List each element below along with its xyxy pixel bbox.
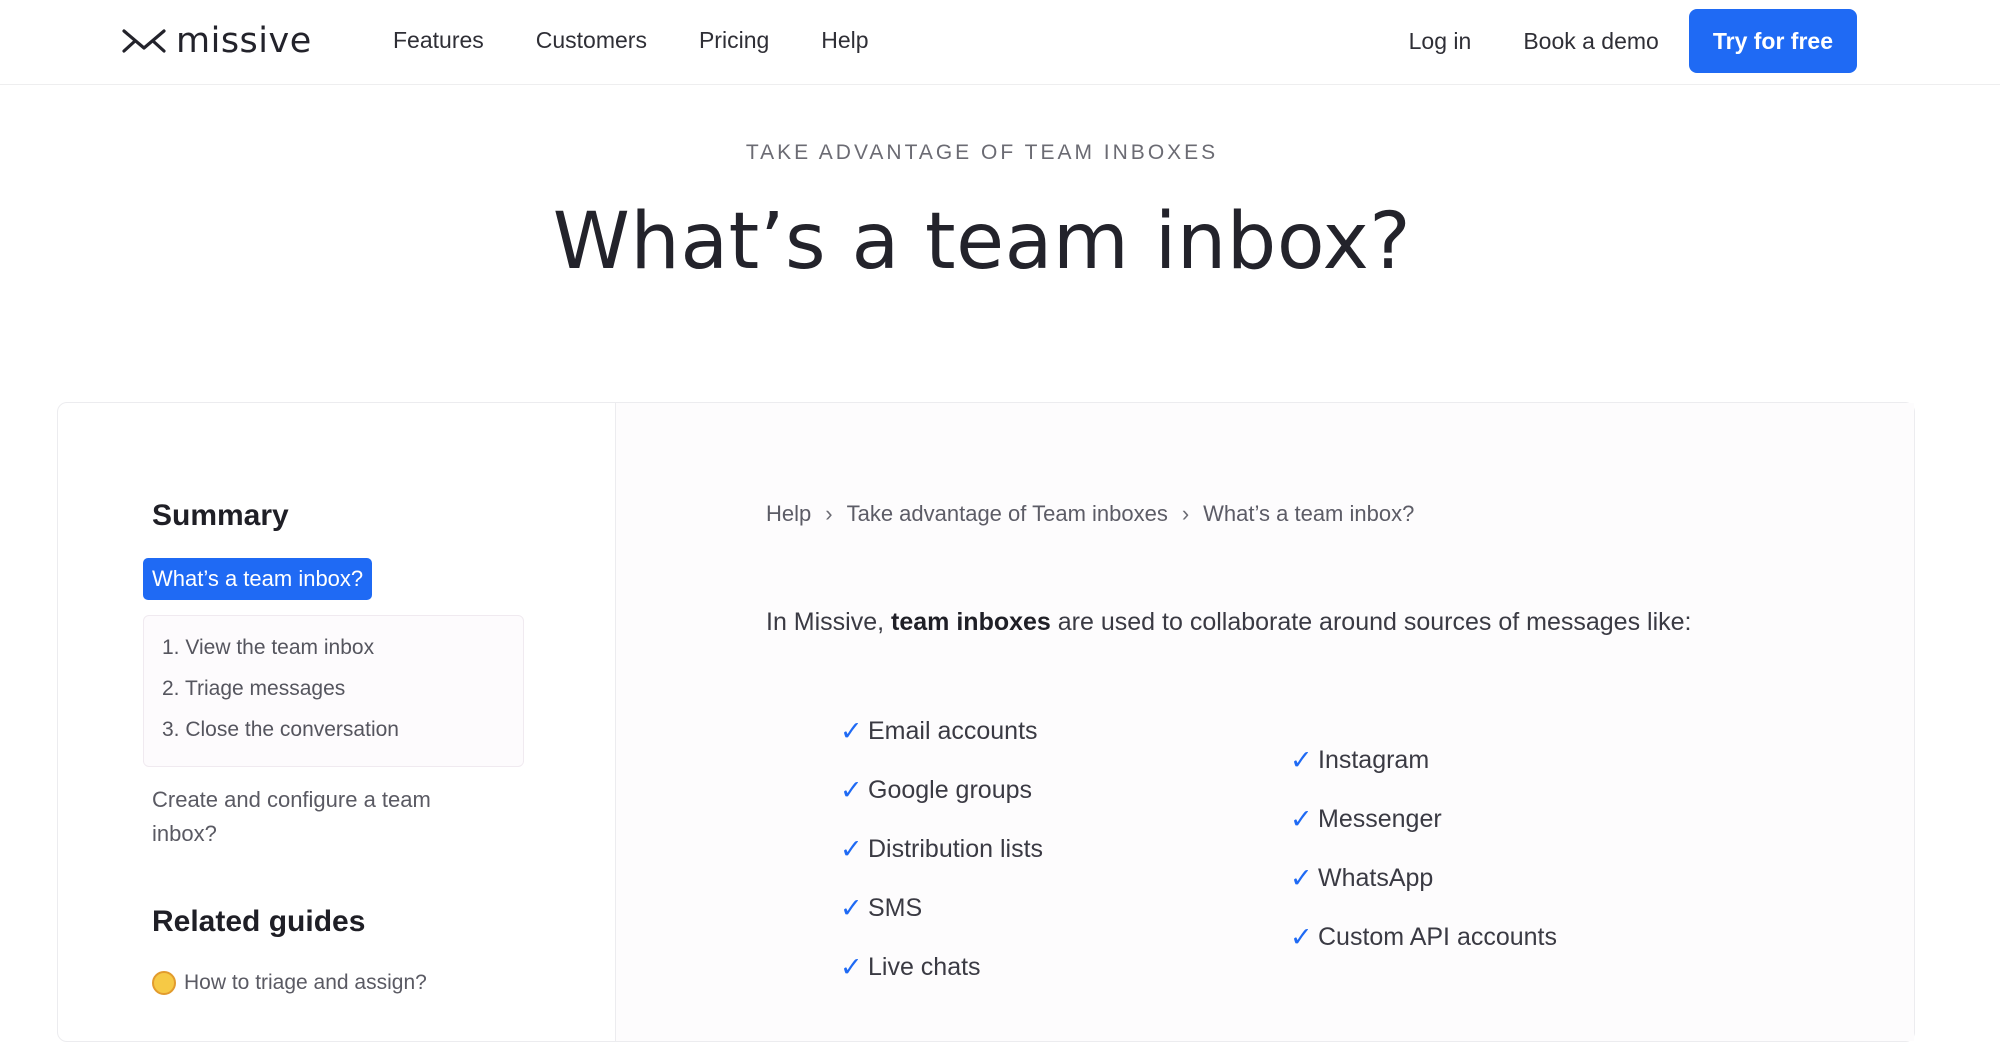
article-card: Summary What’s a team inbox? 1. View the…: [57, 402, 1915, 1042]
checkmark-icon: ✓: [1290, 804, 1313, 834]
login-link[interactable]: Log in: [1409, 28, 1472, 55]
list-item-label: Instagram: [1318, 746, 1430, 774]
checkmark-icon: ✓: [840, 834, 863, 864]
list-item: ✓ SMS: [840, 879, 1043, 938]
checkmark-icon: ✓: [840, 775, 863, 805]
list-item-label: Live chats: [868, 953, 981, 981]
list-item: ✓ WhatsApp: [1290, 849, 1557, 908]
breadcrumb-team-inboxes[interactable]: Take advantage of Team inboxes: [847, 501, 1168, 527]
list-item: ✓ Google groups: [840, 761, 1043, 820]
intro-bold-text: team inboxes: [891, 608, 1051, 636]
list-item-label: Google groups: [868, 776, 1033, 804]
list-item: ✓ Instagram: [1290, 731, 1557, 790]
intro-text-after: are used to collaborate around sources o…: [1057, 608, 1692, 636]
top-navigation: missive Features Customers Pricing Help …: [0, 0, 2000, 85]
intro-paragraph: In Missive, team inboxes are used to col…: [766, 608, 1691, 637]
nav-link-features[interactable]: Features: [393, 27, 484, 54]
missive-logo-icon: [122, 29, 166, 53]
book-demo-link[interactable]: Book a demo: [1523, 28, 1659, 55]
nav-link-customers[interactable]: Customers: [536, 27, 647, 54]
summary-subitem-triage-messages[interactable]: 2. Triage messages: [162, 677, 345, 701]
list-item-label: SMS: [868, 894, 923, 922]
intro-text-before: In Missive,: [766, 608, 885, 636]
checkmark-icon: ✓: [840, 952, 863, 982]
list-item-label: WhatsApp: [1318, 864, 1434, 892]
list-item-label: Email accounts: [868, 717, 1038, 745]
section-eyebrow: TAKE ADVANTAGE OF TEAM INBOXES: [745, 141, 1219, 164]
breadcrumb-current: What’s a team inbox?: [1203, 501, 1415, 526]
message-sources-list-right: ✓ Instagram ✓ Messenger ✓ WhatsApp ✓ Custom …: [1290, 731, 1557, 967]
list-item: ✓ Live chats: [840, 938, 1043, 997]
list-item-label: Custom API accounts: [1318, 923, 1558, 951]
chevron-right-icon: ›: [1181, 501, 1190, 526]
breadcrumb-help[interactable]: Help: [766, 501, 811, 527]
summary-subitem-close-conversation[interactable]: 3. Close the conversation: [162, 718, 399, 742]
checkmark-icon: ✓: [1290, 745, 1313, 775]
summary-sidebar: Summary What’s a team inbox? 1. View the…: [58, 403, 616, 1041]
list-item: ✓ Custom API accounts: [1290, 908, 1557, 967]
related-guide-label: How to triage and assign?: [184, 971, 427, 994]
summary-item-create-team-inbox[interactable]: Create and configure a team inbox?: [152, 783, 482, 851]
summary-item-active[interactable]: What’s a team inbox?: [143, 558, 373, 600]
related-guides-heading: Related guides: [152, 905, 366, 938]
list-item-label: Messenger: [1318, 805, 1442, 833]
list-item-label: Distribution lists: [868, 835, 1044, 863]
checkmark-icon: ✓: [840, 716, 863, 746]
logo-text: missive: [176, 21, 312, 61]
nav-link-help[interactable]: Help: [821, 27, 868, 54]
missive-logo[interactable]: missive: [122, 20, 312, 62]
summary-heading: Summary: [152, 499, 289, 532]
account-nav: Log in Book a demo Try for free: [1409, 9, 1857, 73]
article-content: Help › Take advantage of Team inboxes › …: [616, 403, 1914, 1041]
try-for-free-button[interactable]: Try for free: [1688, 9, 1857, 73]
list-item: ✓ Messenger: [1290, 790, 1557, 849]
page-title: What’s a team inbox?: [552, 197, 1412, 287]
list-item: ✓ Distribution lists: [840, 820, 1043, 879]
compass-emoji-icon: [152, 971, 176, 995]
breadcrumb: Help › Take advantage of Team inboxes › …: [766, 499, 1414, 529]
related-guide-link[interactable]: How to triage and assign?: [152, 971, 427, 995]
summary-subsections: 1. View the team inbox 2. Triage message…: [143, 615, 524, 767]
message-sources-list-left: ✓ Email accounts ✓ Google groups ✓ Distribu…: [840, 702, 1043, 997]
checkmark-icon: ✓: [1290, 922, 1313, 952]
checkmark-icon: ✓: [840, 893, 863, 923]
summary-subitem-view-team-inbox[interactable]: 1. View the team inbox: [162, 636, 374, 660]
nav-link-pricing[interactable]: Pricing: [699, 27, 769, 54]
checkmark-icon: ✓: [1290, 863, 1313, 893]
list-item: ✓ Email accounts: [840, 702, 1043, 761]
chevron-right-icon: ›: [825, 501, 833, 526]
primary-nav: Features Customers Pricing Help: [393, 0, 869, 80]
